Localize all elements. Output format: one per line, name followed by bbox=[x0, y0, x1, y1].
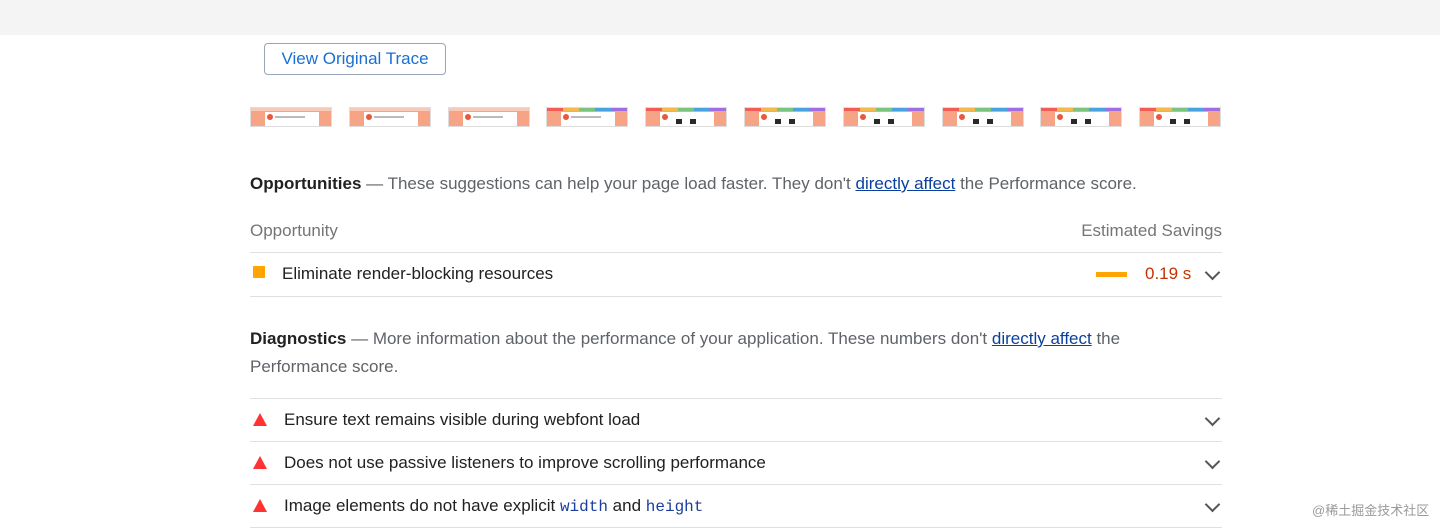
diagnostics-directly-affect-link[interactable]: directly affect bbox=[992, 329, 1092, 348]
filmstrip-frame bbox=[250, 107, 332, 127]
diagnostic-title: Ensure text remains visible during webfo… bbox=[284, 410, 641, 429]
savings-bar bbox=[1096, 272, 1127, 277]
diagnostics-header: Diagnostics — More information about the… bbox=[250, 325, 1222, 381]
opportunities-directly-affect-link[interactable]: directly affect bbox=[856, 174, 956, 193]
diagnostic-title-prefix: Image elements do not have explicit bbox=[284, 496, 560, 515]
column-header-opportunity: Opportunity bbox=[250, 221, 338, 240]
view-original-trace-button[interactable]: View Original Trace bbox=[264, 43, 446, 75]
filmstrip-frame bbox=[843, 107, 925, 127]
filmstrip-frame bbox=[1139, 107, 1221, 127]
filmstrip-frame bbox=[349, 107, 431, 127]
filmstrip-frame bbox=[1040, 107, 1122, 127]
diagnostic-row-image-dimensions[interactable]: Image elements do not have explicit widt… bbox=[250, 485, 1222, 527]
divider bbox=[250, 296, 1222, 297]
chevron-down-icon[interactable] bbox=[1204, 453, 1221, 470]
opportunities-title: Opportunities bbox=[250, 174, 362, 193]
diagnostics-dash: — bbox=[346, 329, 373, 348]
diagnostics-title: Diagnostics bbox=[250, 329, 347, 348]
chevron-down-icon[interactable] bbox=[1204, 264, 1221, 281]
filmstrip-frame bbox=[942, 107, 1024, 127]
chevron-down-icon[interactable] bbox=[1204, 496, 1221, 513]
fail-triangle-icon bbox=[253, 413, 267, 426]
code-width: width bbox=[559, 498, 608, 516]
fail-triangle-icon bbox=[253, 499, 267, 512]
code-height: height bbox=[645, 498, 704, 516]
opportunities-description: These suggestions can help your page loa… bbox=[387, 174, 856, 193]
filmstrip-frame bbox=[546, 107, 628, 127]
chevron-down-icon[interactable] bbox=[1204, 410, 1221, 427]
average-status-square-icon bbox=[253, 266, 265, 278]
opportunities-dash: — bbox=[361, 174, 388, 193]
diagnostics-description: More information about the performance o… bbox=[372, 329, 992, 348]
savings-value: 0.19 s bbox=[1145, 264, 1192, 283]
filmstrip-frame bbox=[645, 107, 727, 127]
diagnostic-row-passive-listeners[interactable]: Does not use passive listeners to improv… bbox=[250, 442, 1222, 484]
opportunity-row-render-blocking[interactable]: Eliminate render-blocking resources 0.19… bbox=[250, 253, 1222, 295]
diagnostic-title: Does not use passive listeners to improv… bbox=[284, 453, 766, 472]
diagnostic-title: Image elements do not have explicit widt… bbox=[284, 496, 703, 516]
fail-triangle-icon bbox=[253, 456, 267, 469]
divider bbox=[250, 527, 1222, 528]
opportunities-description-end: the Performance score. bbox=[955, 174, 1137, 193]
filmstrip-frame bbox=[744, 107, 826, 127]
filmstrip bbox=[250, 107, 1222, 128]
browser-top-bar bbox=[0, 0, 1440, 35]
filmstrip-frame bbox=[448, 107, 530, 127]
diagnostic-row-webfont[interactable]: Ensure text remains visible during webfo… bbox=[250, 399, 1222, 441]
column-header-estimated-savings: Estimated Savings bbox=[1081, 221, 1222, 240]
watermark: @稀土掘金技术社区 bbox=[1312, 503, 1430, 518]
diagnostic-title-mid: and bbox=[607, 496, 646, 515]
opportunities-header: Opportunities — These suggestions can he… bbox=[250, 170, 1222, 198]
opportunity-title: Eliminate render-blocking resources bbox=[282, 264, 554, 283]
